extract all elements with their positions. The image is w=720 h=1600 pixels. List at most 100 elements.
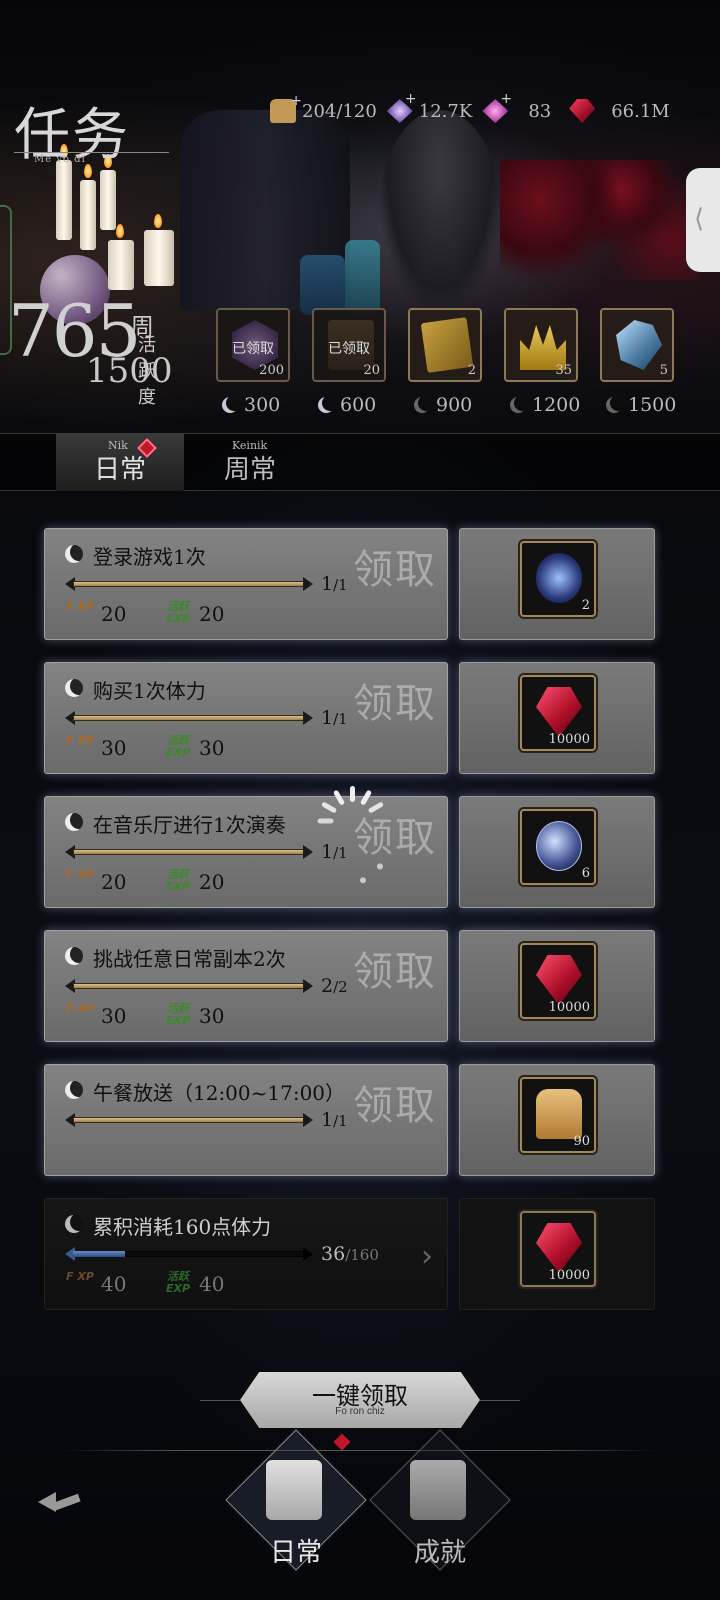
reward-qty: 6 xyxy=(581,866,590,881)
moon-icon xyxy=(510,397,526,413)
active-exp-reward: 活跃 EXP 20 xyxy=(163,869,224,895)
claim-all-button[interactable]: 一键领取 Fo ron chiz xyxy=(240,1372,480,1428)
xp-value: 20 xyxy=(101,870,127,894)
nav-daily[interactable]: 日常 xyxy=(225,1429,367,1580)
currency-stamina[interactable]: + 204/120 xyxy=(270,93,377,123)
active-exp-icon: 活跃 EXP xyxy=(165,1270,191,1295)
task-row[interactable]: 累积消耗160点体力 36/160 › F XP 40 活跃 EXP 40 xyxy=(44,1198,448,1310)
task-progress: 2/2 xyxy=(321,975,348,997)
ruby-icon xyxy=(536,1223,582,1273)
divider xyxy=(200,1400,240,1401)
tab-daily[interactable]: Nik 日常 xyxy=(56,433,184,491)
task-row[interactable]: 登录游戏1次 领取 1/1 F XP 20 活跃 EXP 20 xyxy=(44,528,448,640)
xp-icon: F XP xyxy=(66,1270,94,1283)
currency-ruby: 66.1M xyxy=(569,99,670,123)
milestone-points: 300 xyxy=(222,394,280,416)
milestone-reward-box[interactable]: 已领取 20 xyxy=(312,308,386,382)
moon-icon xyxy=(65,679,83,697)
reward-item[interactable]: 90 xyxy=(520,1077,596,1153)
side-drawer-tab[interactable]: ⟨ xyxy=(686,168,720,272)
milestone-points-value: 1200 xyxy=(532,394,581,416)
reward-item[interactable]: 2 xyxy=(520,541,596,617)
plus-icon[interactable]: + xyxy=(405,91,479,107)
currency-crystal[interactable]: + 12.7K xyxy=(386,91,472,123)
active-exp-icon: 活跃 EXP xyxy=(165,1002,191,1027)
active-exp-value: 20 xyxy=(199,870,225,894)
task-progress-bar xyxy=(65,711,313,725)
reward-qty: 10000 xyxy=(548,732,590,747)
scroll-icon xyxy=(266,1460,322,1520)
task-name: 在音乐厅进行1次演奏 xyxy=(93,813,286,837)
ruby-icon xyxy=(536,955,582,1005)
milestone-points: 1500 xyxy=(606,394,676,416)
plus-icon[interactable]: + xyxy=(500,91,557,107)
milestone-points-value: 1500 xyxy=(628,394,677,416)
reward-count: 5 xyxy=(659,363,668,378)
activity-max: 1500 xyxy=(86,351,173,391)
reward-item[interactable]: 10000 xyxy=(520,943,596,1019)
task-progress-bar xyxy=(65,577,313,591)
moon-icon xyxy=(318,397,334,413)
page-title: 任务 Me vo di xyxy=(14,90,169,171)
task-reward[interactable]: 10000 xyxy=(459,1198,655,1310)
milestone-points-value: 300 xyxy=(244,394,281,416)
nav-achievements[interactable]: 成就 xyxy=(369,1429,511,1580)
milestone-1200[interactable]: 35 1200 xyxy=(504,308,580,416)
active-exp-value: 30 xyxy=(199,736,225,760)
task-reward[interactable]: 10000 xyxy=(459,930,655,1042)
milestone-points: 900 xyxy=(414,394,472,416)
reward-count: 200 xyxy=(259,363,284,378)
task-reward[interactable]: 2 xyxy=(459,528,655,640)
reward-item[interactable]: 6 xyxy=(520,809,596,885)
task-reward[interactable]: 10000 xyxy=(459,662,655,774)
quill-scroll-icon xyxy=(410,1460,466,1520)
title-subtitle: Me vo di xyxy=(34,154,86,165)
back-icon[interactable] xyxy=(30,1470,90,1530)
divider xyxy=(60,1450,660,1451)
milestone-reward-box[interactable]: 35 xyxy=(504,308,578,382)
task-reward[interactable]: 90 xyxy=(459,1064,655,1176)
active-exp-value: 30 xyxy=(199,1004,225,1028)
xp-value: 30 xyxy=(101,736,127,760)
activity-milestones: 已领取 200 300 已领取 20 600 2 900 35 1200 5 1… xyxy=(210,308,700,428)
progress-total: /1 xyxy=(333,576,348,594)
claimed-label: 已领取 xyxy=(328,341,370,357)
task-row[interactable]: 挑战任意日常副本2次 领取 2/2 F XP 30 活跃 EXP 30 xyxy=(44,930,448,1042)
active-exp-reward: 活跃 EXP 30 xyxy=(163,735,224,761)
task-row[interactable]: 购买1次体力 领取 1/1 F XP 30 活跃 EXP 30 xyxy=(44,662,448,774)
milestone-reward-box[interactable]: 已领取 200 xyxy=(216,308,290,382)
tab-weekly[interactable]: Keinik 周常 xyxy=(200,433,320,491)
gold-book-icon xyxy=(420,317,474,373)
chevron-right-icon[interactable]: › xyxy=(421,1239,433,1274)
claim-watermark: 领取 xyxy=(353,1083,437,1129)
progress-total: /160 xyxy=(345,1246,379,1264)
milestone-reward-box[interactable]: 2 xyxy=(408,308,482,382)
active-exp-icon: 活跃 EXP xyxy=(165,600,191,625)
claim-watermark: 领取 xyxy=(353,681,437,727)
reward-item[interactable]: 10000 xyxy=(520,675,596,751)
moon-icon xyxy=(65,1215,83,1233)
active-exp-icon: 活跃 EXP xyxy=(165,868,191,893)
task-name: 购买1次体力 xyxy=(93,679,206,703)
blue-crystal-icon xyxy=(616,320,662,370)
task-progress-bar xyxy=(65,845,313,859)
active-exp-value: 40 xyxy=(199,1272,225,1296)
xp-icon: F XP xyxy=(66,734,94,747)
moon-icon xyxy=(65,545,83,563)
task-progress: 36/160 xyxy=(321,1243,379,1265)
plus-icon[interactable]: + xyxy=(290,93,302,109)
milestone-600[interactable]: 已领取 20 600 xyxy=(312,308,386,416)
currency-gem[interactable]: + 83 xyxy=(482,91,551,123)
milestone-reward-box[interactable]: 5 xyxy=(600,308,674,382)
nav-daily-label: 日常 xyxy=(269,1538,322,1568)
blue-bottle-icon xyxy=(536,553,582,603)
milestone-1500[interactable]: 5 1500 xyxy=(600,308,676,416)
xp-reward: F XP 20 xyxy=(65,601,126,627)
reward-item[interactable]: 10000 xyxy=(520,1211,596,1287)
claim-all-sub: Fo ron chiz xyxy=(335,1406,385,1417)
task-row[interactable]: 午餐放送（12:00~17:00） 领取 1/1 xyxy=(44,1064,448,1176)
milestone-300[interactable]: 已领取 200 300 xyxy=(216,308,290,416)
task-reward[interactable]: 6 xyxy=(459,796,655,908)
milestone-900[interactable]: 2 900 xyxy=(408,308,482,416)
moon-icon xyxy=(414,397,430,413)
